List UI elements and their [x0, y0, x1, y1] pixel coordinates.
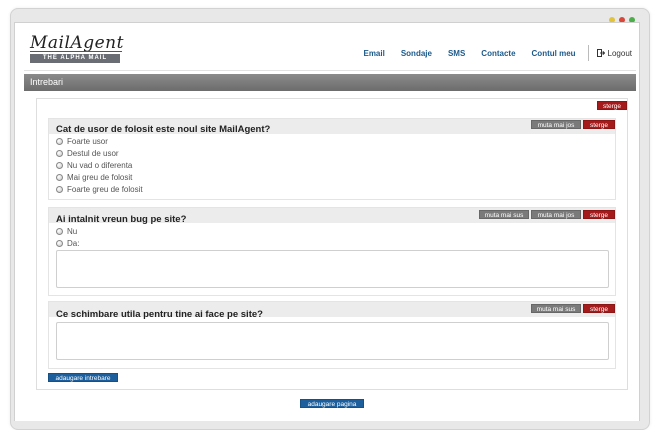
nav-email[interactable]: Email: [363, 49, 384, 58]
option-label: Mai greu de folosit: [67, 173, 133, 182]
option-label: Nu vad o diferenta: [67, 161, 133, 170]
radio-button[interactable]: [56, 228, 63, 235]
delete-question-button[interactable]: sterge: [583, 304, 615, 313]
add-page-button[interactable]: adaugare pagina: [300, 399, 364, 408]
add-question-button[interactable]: adaugare intrebare: [48, 373, 118, 382]
radio-button[interactable]: [56, 162, 63, 169]
move-down-button[interactable]: muta mai jos: [531, 120, 581, 129]
question-title: Ce schimbare utila pentru tine ai face p…: [56, 309, 263, 320]
logo-tagline: THE ALPHA MAIL: [30, 54, 120, 63]
radio-button[interactable]: [56, 138, 63, 145]
radio-button[interactable]: [56, 174, 63, 181]
logo-text: MailAgent: [30, 33, 124, 53]
option-label: Foarte greu de folosit: [67, 185, 143, 194]
header-divider: [24, 70, 636, 71]
answer-option[interactable]: Destul de usor: [56, 149, 119, 158]
page-title: Intrebari: [24, 74, 636, 91]
move-down-button[interactable]: muta mai jos: [531, 210, 581, 219]
radio-button[interactable]: [56, 186, 63, 193]
answer-option[interactable]: Mai greu de folosit: [56, 173, 132, 182]
logo-underline: [30, 51, 122, 52]
answer-option[interactable]: Nu vad o diferenta: [56, 161, 132, 170]
option-label: Foarte usor: [67, 137, 108, 146]
move-up-button[interactable]: muta mai sus: [531, 304, 581, 313]
option-label: Destul de usor: [67, 149, 119, 158]
option-label: Nu: [67, 227, 78, 236]
logout-icon: [596, 49, 605, 57]
question-title: Ai intalnit vreun bug pe site?: [56, 214, 187, 225]
logout-link[interactable]: Logout: [596, 48, 632, 58]
delete-question-button[interactable]: sterge: [583, 120, 615, 129]
question-title: Cat de usor de folosit este noul site Ma…: [56, 124, 271, 135]
answer-option[interactable]: Nu: [56, 227, 77, 236]
radio-button[interactable]: [56, 240, 63, 247]
delete-question-button[interactable]: sterge: [583, 210, 615, 219]
bug-details-textarea[interactable]: [56, 250, 609, 288]
answer-option[interactable]: Da:: [56, 239, 79, 248]
main-nav: Email Sondaje SMS Contacte Contul meu Lo…: [347, 45, 632, 61]
option-label: Da:: [67, 239, 80, 248]
move-up-button[interactable]: muta mai sus: [479, 210, 529, 219]
logout-label: Logout: [607, 48, 632, 58]
answer-option[interactable]: Foarte usor: [56, 137, 108, 146]
nav-sms[interactable]: SMS: [448, 49, 465, 58]
nav-contul-meu[interactable]: Contul meu: [532, 49, 576, 58]
answer-option[interactable]: Foarte greu de folosit: [56, 185, 143, 194]
nav-separator: [587, 45, 589, 61]
suggestion-textarea[interactable]: [56, 322, 609, 360]
delete-page-button[interactable]: sterge: [597, 101, 627, 110]
nav-sondaje[interactable]: Sondaje: [401, 49, 432, 58]
mailagent-logo[interactable]: MailAgent THE ALPHA MAIL: [26, 30, 132, 66]
radio-button[interactable]: [56, 150, 63, 157]
nav-contacte[interactable]: Contacte: [481, 49, 515, 58]
